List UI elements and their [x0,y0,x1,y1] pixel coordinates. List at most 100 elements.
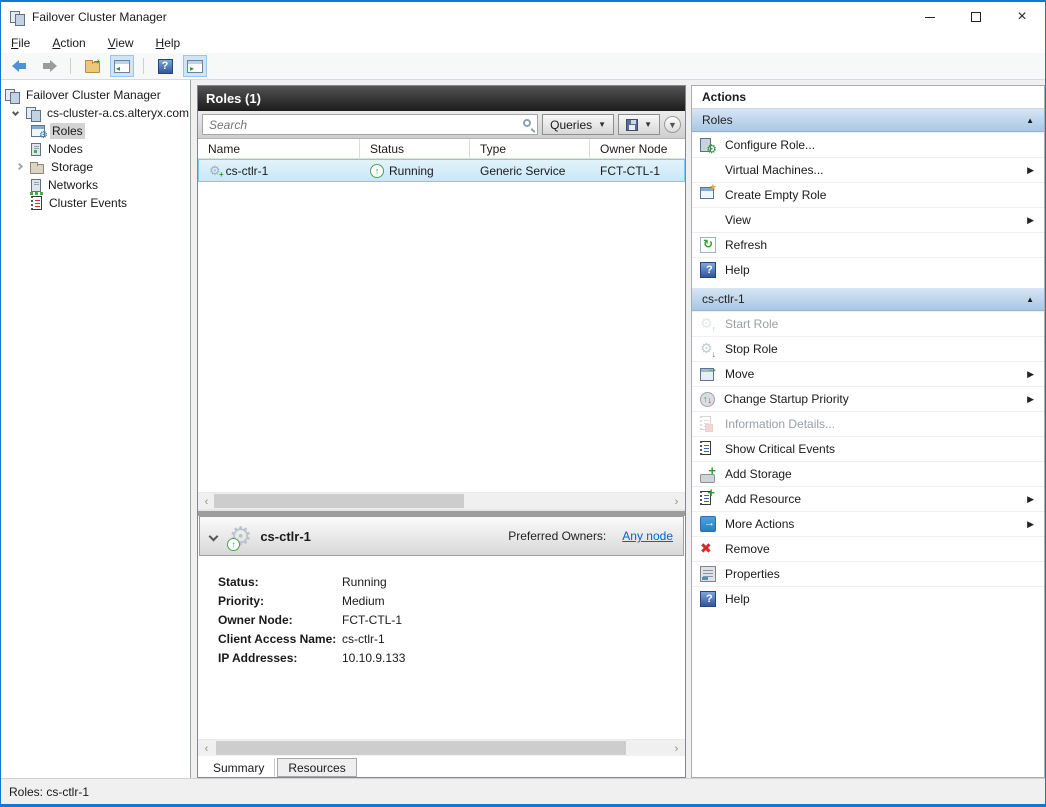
status-text: Roles: cs-ctlr-1 [9,785,89,799]
scroll-left-icon[interactable]: ‹ [198,740,215,757]
actions-pane: Actions Roles ▲ Configure Role... Virtua… [691,85,1045,778]
action-remove[interactable]: Remove [692,536,1044,561]
action-help-role[interactable]: Help [692,586,1044,611]
actions-title: Actions [692,86,1044,109]
tab-summary[interactable]: Summary [202,758,275,777]
tree-item-cluster-events[interactable]: Cluster Events [1,194,190,212]
show-hide-console-tree-button[interactable] [110,55,134,77]
submenu-arrow-icon: ▶ [1027,494,1036,505]
preferred-owners-link[interactable]: Any node [622,529,673,543]
tree-item-networks[interactable]: Networks [1,176,190,194]
column-header-status[interactable]: Status [360,139,470,158]
submenu-arrow-icon: ▶ [1027,215,1036,226]
submenu-arrow-icon: ▶ [1027,165,1036,176]
detail-field-owner-node: Owner Node: FCT-CTL-1 [218,610,685,629]
action-virtual-machines[interactable]: Virtual Machines... ▶ [692,157,1044,182]
chevron-down-icon: ▼ [668,120,677,130]
pane-splitter[interactable] [198,509,685,516]
column-header-type[interactable]: Type [470,139,590,158]
save-icon [626,119,638,131]
action-help-roles[interactable]: Help [692,257,1044,282]
action-change-startup-priority[interactable]: Change Startup Priority ▶ [692,386,1044,411]
export-list-icon [85,62,100,73]
menu-file[interactable]: File [11,36,30,50]
action-add-storage[interactable]: Add Storage [692,461,1044,486]
running-status-icon: ↑ [370,164,384,178]
export-list-button[interactable] [80,55,104,77]
expand-chevron-icon[interactable] [9,112,21,115]
action-stop-role[interactable]: Stop Role [692,336,1044,361]
networks-icon [31,179,41,192]
close-button[interactable]: × [999,2,1045,32]
tree-item-roles[interactable]: Roles [1,122,190,140]
action-add-resource[interactable]: Add Resource ▶ [692,486,1044,511]
show-hide-action-pane-button[interactable] [183,55,207,77]
information-details-icon [700,416,711,430]
toolbar-separator [143,58,144,74]
details-horizontal-scrollbar[interactable]: ‹ › [198,739,685,756]
details-pane: ⚙↑ cs-ctlr-1 Preferred Owners: Any node … [198,516,685,756]
scroll-right-icon[interactable]: › [668,740,685,757]
help-toolbar-button[interactable]: ? [153,55,177,77]
tree-item-root[interactable]: Failover Cluster Manager [1,86,190,104]
search-input[interactable] [202,114,538,135]
scrollbar-thumb[interactable] [214,494,464,508]
action-information-details: Information Details... [692,411,1044,436]
chevron-down-icon: ▼ [598,120,606,129]
tree-item-cluster[interactable]: cs-cluster-a.cs.alteryx.com [1,104,190,122]
queries-button[interactable]: Queries ▼ [542,114,614,135]
action-configure-role[interactable]: Configure Role... [692,132,1044,157]
remove-icon [700,541,716,557]
scrollbar-thumb[interactable] [216,741,626,755]
save-query-button[interactable]: ▼ [618,114,660,135]
collapse-chevron-icon[interactable] [13,166,25,169]
action-properties[interactable]: Properties [692,561,1044,586]
menu-action[interactable]: Action [52,36,85,50]
collapse-section-icon[interactable]: ▲ [1026,295,1034,304]
title-bar: Failover Cluster Manager × [1,2,1045,32]
menu-help[interactable]: Help [156,36,181,50]
actions-section-roles[interactable]: Roles ▲ [692,109,1044,132]
tree-item-storage[interactable]: Storage [1,158,190,176]
role-gear-large-icon: ⚙↑ [229,523,252,549]
scroll-right-icon[interactable]: › [668,493,685,509]
move-icon [700,366,716,382]
tree-item-nodes[interactable]: Nodes [1,140,190,158]
collapse-details-icon[interactable] [209,531,219,541]
action-create-empty-role[interactable]: Create Empty Role [692,182,1044,207]
action-refresh[interactable]: Refresh [692,232,1044,257]
more-actions-icon [700,516,716,532]
actions-section-role[interactable]: cs-ctlr-1 ▲ [692,288,1044,311]
submenu-arrow-icon: ▶ [1027,519,1036,530]
app-icon [10,11,24,24]
forward-button[interactable] [37,55,61,77]
table-header: Name Status Type Owner Node [198,139,685,159]
results-header: Roles (1) [198,86,685,111]
configure-role-icon [700,137,716,153]
column-header-name[interactable]: Name [198,139,360,158]
action-move[interactable]: Move ▶ [692,361,1044,386]
action-show-critical-events[interactable]: Show Critical Events [692,436,1044,461]
console-tree-icon [114,60,130,73]
storage-icon [30,164,44,174]
tab-resources[interactable]: Resources [277,758,356,777]
action-more-actions[interactable]: More Actions ▶ [692,511,1044,536]
submenu-arrow-icon: ▶ [1027,369,1036,380]
detail-field-status: Status: Running [218,572,685,591]
scroll-left-icon[interactable]: ‹ [198,493,215,509]
minimize-button[interactable] [907,2,953,32]
collapse-section-icon[interactable]: ▲ [1026,116,1034,125]
help-icon [700,262,716,278]
list-horizontal-scrollbar[interactable]: ‹ › [198,492,685,509]
cluster-icon [26,107,40,120]
collapse-search-button[interactable]: ▼ [664,116,681,133]
action-view[interactable]: View ▶ [692,207,1044,232]
column-header-owner-node[interactable]: Owner Node [590,139,685,158]
back-button[interactable] [7,55,31,77]
maximize-button[interactable] [953,2,999,32]
table-row[interactable]: ⚙ cs-ctlr-1 ↑ Running Generic Service FC… [198,159,685,182]
roles-list: Name Status Type Owner Node ⚙ cs-ctlr-1 … [198,139,685,509]
details-header: ⚙↑ cs-ctlr-1 Preferred Owners: Any node [199,516,684,556]
start-role-icon [700,316,716,332]
menu-view[interactable]: View [108,36,134,50]
